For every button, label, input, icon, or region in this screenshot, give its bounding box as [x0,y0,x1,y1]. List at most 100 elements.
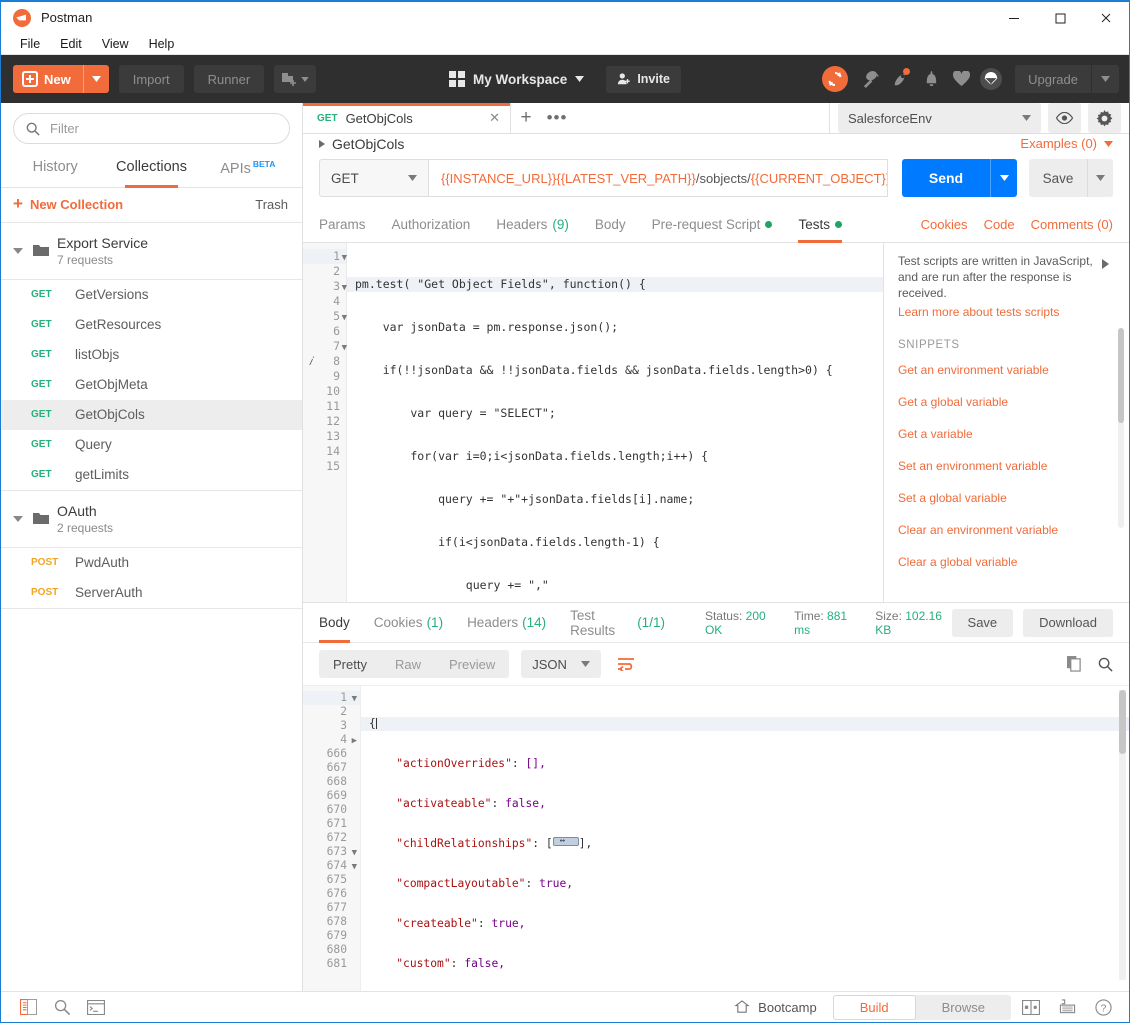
format-selector[interactable]: JSON [521,650,601,678]
snippet-set-environment-variable[interactable]: Set an environment variable [898,459,1115,473]
response-tab-cookies[interactable]: Cookies (1) [374,603,443,643]
two-pane-layout-button[interactable] [1015,992,1047,1023]
cookies-link[interactable]: Cookies [921,217,968,232]
save-request-button[interactable]: Save [1029,159,1087,198]
tab-tests[interactable]: Tests [798,207,842,243]
request-item-serverauth[interactable]: POST ServerAuth [1,578,302,608]
bell-icon[interactable] [916,62,946,96]
satellite-icon[interactable] [856,62,886,96]
copy-button[interactable] [1067,656,1082,672]
response-scrollbar[interactable] [1119,690,1126,980]
close-button[interactable] [1083,2,1129,33]
minimize-button[interactable] [991,2,1037,33]
invite-button[interactable]: Invite [606,65,681,93]
new-window-button[interactable] [274,65,317,93]
collapsed-content-chip[interactable] [552,834,579,848]
code-link[interactable]: Code [984,217,1015,232]
response-tab-test-results[interactable]: Test Results (1/1) [570,603,665,643]
browse-tab[interactable]: Browse [916,995,1011,1020]
comments-link[interactable]: Comments (0) [1031,217,1113,232]
send-dropdown-caret[interactable] [990,159,1017,198]
snippet-get-variable[interactable]: Get a variable [898,427,1115,441]
response-tab-body[interactable]: Body [319,603,350,643]
request-item-query[interactable]: GET Query [1,430,302,460]
search-body-button[interactable] [1098,657,1113,672]
examples-dropdown[interactable]: Examples (0) [1020,136,1113,151]
import-button[interactable]: Import [118,65,184,93]
new-collection-button[interactable]: + New Collection [13,195,123,212]
response-download-button[interactable]: Download [1023,608,1113,637]
editor-code[interactable]: pm.test( "Get Object Fields", function()… [347,243,883,602]
snippet-clear-global-variable[interactable]: Clear a global variable [898,555,1115,569]
filter-input[interactable]: Filter [13,113,290,144]
code-editor[interactable]: ▼ 1 2 ▼ 3 4 ▼ 5 6 ▼ 7 𝑖8 9 10 11 12 13 14 [303,243,884,602]
request-item-getversions[interactable]: GET GetVersions [1,280,302,310]
menu-item-help[interactable]: Help [139,35,185,53]
snippets-scrollbar[interactable] [1118,328,1124,529]
maximize-button[interactable] [1037,2,1083,33]
upgrade-caret-icon[interactable] [1091,65,1119,93]
collection-header[interactable]: OAuth 2 requests [1,491,302,547]
menu-item-view[interactable]: View [92,35,139,53]
environment-quick-look-button[interactable] [1048,103,1081,133]
parachute-icon[interactable] [976,62,1006,96]
snippet-get-environment-variable[interactable]: Get an environment variable [898,363,1115,377]
request-item-listobjs[interactable]: GET listObjs [1,340,302,370]
save-dropdown-caret[interactable] [1087,159,1113,198]
send-button[interactable]: Send [902,159,990,198]
build-tab[interactable]: Build [832,994,916,1020]
sidebar-tab-history[interactable]: History [7,152,103,187]
url-input[interactable]: {{INSTANCE_URL}} {{LATEST_VER_PATH}}/sobj… [429,159,888,198]
tab-headers[interactable]: Headers (9) [496,207,569,243]
request-item-getobjcols[interactable]: GET GetObjCols [1,399,302,430]
request-item-pwdauth[interactable]: POST PwdAuth [1,548,302,578]
response-body-viewer[interactable]: ▼ 1 2 3 ▶ 4 666 667 668 669 670 671 672 ▼ 6… [303,685,1129,991]
request-item-getresources[interactable]: GET GetResources [1,310,302,340]
environment-selector[interactable]: SalesforceEnv [838,103,1041,133]
trash-button[interactable]: Trash [255,197,288,212]
view-mode-preview[interactable]: Preview [435,650,509,678]
sync-icon[interactable] [822,66,849,92]
snippet-clear-environment-variable[interactable]: Clear an environment variable [898,523,1115,537]
snippet-get-global-variable[interactable]: Get a global variable [898,395,1115,409]
request-item-getobjmeta[interactable]: GET GetObjMeta [1,370,302,400]
tab-authorization[interactable]: Authorization [392,207,471,243]
expand-icon[interactable] [319,139,325,148]
heart-icon[interactable] [946,62,976,96]
bootcamp-button[interactable]: Bootcamp [734,1000,817,1015]
new-dropdown-caret[interactable] [82,65,109,93]
notification-rocket-icon[interactable] [886,62,916,96]
sidebar-tab-apis[interactable]: APIs BETA [200,152,296,187]
response-json[interactable]: { "actionOverrides": [], "activateable":… [361,686,1129,991]
workspace-selector[interactable]: My Workspace Invite [449,65,681,93]
upgrade-button[interactable]: Upgrade [1015,65,1119,93]
tab-body[interactable]: Body [595,207,626,243]
help-button[interactable]: ? [1087,992,1119,1023]
tab-close-icon[interactable]: ✕ [489,110,500,126]
request-item-getlimits[interactable]: GET getLimits [1,460,302,490]
tab-pre-request-script[interactable]: Pre-request Script [652,207,773,243]
chevron-down-icon[interactable] [13,247,23,254]
tab-params[interactable]: Params [319,207,366,243]
method-selector[interactable]: GET [319,159,429,198]
new-button[interactable]: New [13,65,109,93]
settings-button[interactable] [1088,103,1121,133]
toggle-sidebar-button[interactable] [11,992,45,1023]
collapse-panel-icon[interactable] [1102,259,1109,270]
open-tab-getobjcols[interactable]: GET GetObjCols ✕ [303,103,511,133]
snippet-set-global-variable[interactable]: Set a global variable [898,491,1115,505]
view-mode-pretty[interactable]: Pretty [319,650,381,678]
keyboard-shortcuts-button[interactable] [1051,992,1083,1023]
console-button[interactable] [79,992,113,1023]
chevron-down-icon[interactable] [13,515,23,522]
response-save-button[interactable]: Save [951,608,1014,637]
new-tab-button[interactable]: + [511,103,541,133]
runner-button[interactable]: Runner [193,65,265,93]
learn-more-link[interactable]: Learn more about tests scripts [898,305,1115,319]
view-mode-raw[interactable]: Raw [381,650,435,678]
menu-item-file[interactable]: File [10,35,50,53]
menu-item-edit[interactable]: Edit [50,35,92,53]
collection-header[interactable]: Export Service 7 requests [1,223,302,279]
find-button[interactable] [45,992,79,1023]
word-wrap-button[interactable] [612,650,640,678]
